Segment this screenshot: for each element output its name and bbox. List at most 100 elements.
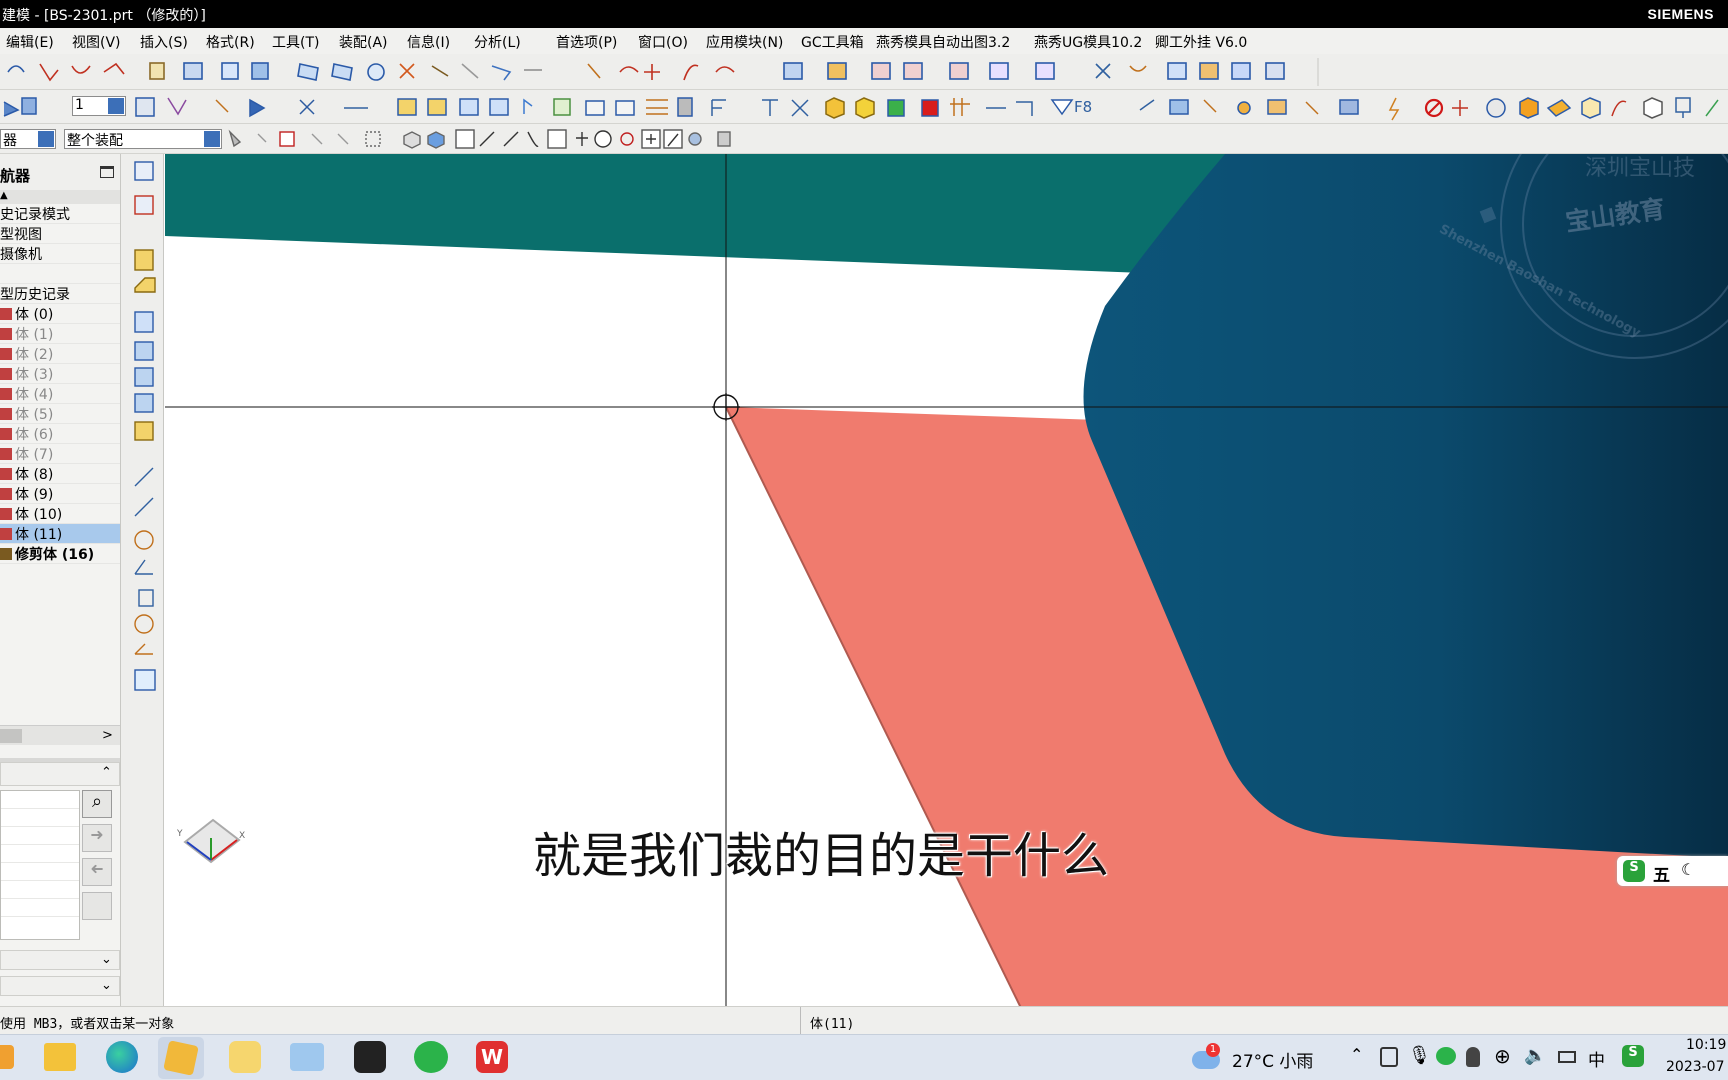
video-subtitle: 就是我们裁的目的是干什么 <box>533 828 1110 884</box>
battery-icon[interactable] <box>1558 1051 1576 1063</box>
status-prompt: 使用 MB3，或者双击某一对象 <box>0 1017 175 1032</box>
menu-application[interactable]: 应用模块(N) <box>706 32 783 52</box>
navigator-item-label: 史记录模式 <box>0 207 70 223</box>
navigator-item-label: 体 (2) <box>15 347 54 363</box>
navigator-tree-item[interactable]: 摄像机 <box>0 244 120 264</box>
qq-tray-icon[interactable] <box>1466 1047 1480 1067</box>
navigator-tree-item[interactable]: 体 (5) <box>0 404 120 424</box>
navigator-tree-item[interactable]: 体 (3) <box>0 364 120 384</box>
clock-time[interactable]: 10:19 <box>1686 1037 1726 1053</box>
maximize-icon[interactable] <box>100 166 114 178</box>
notes-app-icon[interactable] <box>229 1041 261 1073</box>
forward-arrow-icon[interactable]: ➜ <box>82 824 112 852</box>
chevron-up-icon[interactable]: ⌃ <box>1350 1045 1363 1064</box>
navigator-tree-item[interactable]: 体 (4) <box>0 384 120 404</box>
sogou-tray-icon[interactable]: S <box>1622 1045 1644 1067</box>
selection-toolbar-icons[interactable] <box>0 124 1728 154</box>
navigator-tree-item[interactable]: 修剪体 (16) <box>0 544 120 564</box>
navigator-item-label: 体 (10) <box>15 507 63 523</box>
file-explorer-icon[interactable] <box>44 1043 76 1071</box>
svg-text:Y: Y <box>176 829 183 839</box>
toolbar-row-1 <box>0 54 1728 137</box>
clock-date[interactable]: 2023-07 <box>1666 1059 1725 1075</box>
nx-taskbar-button[interactable] <box>158 1037 204 1079</box>
navigator-tree-item[interactable]: 体 (7) <box>0 444 120 464</box>
navigator-item-label: 体 (7) <box>15 447 54 463</box>
speaker-icon[interactable]: 🔈 <box>1524 1045 1546 1066</box>
title-bar: 建模 - [BS-2301.prt （修改的）] SIEMENS <box>0 0 1728 28</box>
navigator-tree-item[interactable]: 体 (6) <box>0 424 120 444</box>
screen-capture-icon[interactable] <box>290 1043 324 1071</box>
moon-icon: ☾ <box>1681 860 1696 879</box>
navigator-tree-item[interactable]: 体 (2) <box>0 344 120 364</box>
navigator-tree-item[interactable]: 体 (9) <box>0 484 120 504</box>
toolbar-row-2: 1 F8 <box>0 90 1728 124</box>
navigator-tree-item[interactable]: 型历史记录 <box>0 284 120 304</box>
wps-office-icon[interactable]: W <box>476 1041 508 1073</box>
menu-yanxiu-drawing[interactable]: 燕秀模具自动出图3.2 <box>876 32 1010 52</box>
menu-yanxiu-mold[interactable]: 燕秀UG模具10.2 <box>1034 32 1142 52</box>
details-header: ⌃ <box>0 762 120 786</box>
wechat-icon[interactable] <box>414 1041 448 1073</box>
menu-preferences[interactable]: 首选项(P) <box>556 32 617 52</box>
navigator-column-header[interactable]: ▲ <box>0 190 120 204</box>
tray-app-icon[interactable] <box>1380 1047 1398 1067</box>
navigator-tree-item[interactable]: 体 (0) <box>0 304 120 324</box>
navigator-tree-item[interactable]: 型视图 <box>0 224 120 244</box>
sketch-curve-icon <box>7 65 25 73</box>
toolbar-row-2-icons[interactable]: F8 <box>0 90 1728 124</box>
menu-qinggong-plugin[interactable]: 卿工外挂 V6.0 <box>1155 32 1247 52</box>
menu-analysis[interactable]: 分析(L) <box>474 32 521 52</box>
video-recorder-icon[interactable] <box>354 1041 386 1073</box>
chevron-right-icon[interactable]: > <box>102 728 113 743</box>
back-arrow-icon[interactable]: ➜ <box>82 858 112 886</box>
toolbar-row-1-icons[interactable] <box>0 54 1728 90</box>
globe-icon[interactable]: ⊕ <box>1494 1044 1511 1068</box>
graphics-window[interactable]: Y X 宝山教育 深圳宝山技 Shenzhen Baoshan Technolo… <box>165 154 1728 1008</box>
navigator-header: 航器 <box>0 154 120 190</box>
menu-window[interactable]: 窗口(O) <box>638 32 688 52</box>
scrollbar-thumb[interactable] <box>0 729 22 743</box>
navigator-hscrollbar[interactable]: > <box>0 725 120 745</box>
curve-icon <box>39 63 59 82</box>
menu-view[interactable]: 视图(V) <box>72 32 121 52</box>
feature-body-icon <box>0 328 12 340</box>
ime-status-bar[interactable]: S 五 ☾ <box>1617 856 1728 886</box>
menu-format[interactable]: 格式(R) <box>206 32 255 52</box>
navigator-tree-item[interactable]: 体 (10) <box>0 504 120 524</box>
menu-gc-toolbox[interactable]: GC工具箱 <box>801 32 864 52</box>
wechat-tray-icon[interactable] <box>1436 1047 1456 1065</box>
input-language[interactable]: 中 <box>1588 1046 1605 1071</box>
navigator-item-label: 体 (9) <box>15 487 54 503</box>
weather-text[interactable]: 27°C 小雨 <box>1232 1047 1313 1072</box>
chevron-down-icon[interactable]: ⌄ <box>101 978 112 993</box>
toolbar-row-3: 器 整个装配 <box>0 124 1728 154</box>
menu-assembly[interactable]: 装配(A) <box>339 32 388 52</box>
navigator-tree-item[interactable]: 史记录模式 <box>0 204 120 224</box>
weather-icon[interactable]: 1 <box>1192 1043 1222 1071</box>
navigator-tree-item[interactable] <box>0 264 120 284</box>
navigator-tree-item[interactable]: 体 (8) <box>0 464 120 484</box>
navigator-item-label: 体 (0) <box>15 307 54 323</box>
app-icon-partial[interactable] <box>0 1045 14 1069</box>
menu-info[interactable]: 信息(I) <box>407 32 450 52</box>
chevron-down-icon[interactable]: ⌄ <box>101 952 112 967</box>
navigator-item-label: 摄像机 <box>0 247 42 263</box>
dependencies-header: ⌄ <box>0 950 120 970</box>
chevron-up-icon[interactable]: ⌃ <box>101 765 112 780</box>
menu-tools[interactable]: 工具(T) <box>272 32 319 52</box>
list-options-icon[interactable] <box>82 892 112 920</box>
navigator-item-label: 体 (11) <box>15 527 63 543</box>
microphone-icon[interactable]: 🎙 <box>1408 1045 1431 1066</box>
resource-bar-icons[interactable] <box>121 154 164 774</box>
menu-bar: 编辑(E) 视图(V) 插入(S) 格式(R) 工具(T) 装配(A) 信息(I… <box>0 28 1728 54</box>
navigator-tree-item[interactable]: 体 (1) <box>0 324 120 344</box>
navigator-item-label: 型视图 <box>0 227 42 243</box>
navigator-tree-item[interactable]: 体 (11) <box>0 524 120 544</box>
ime-mode: 五 <box>1653 866 1670 886</box>
menu-edit[interactable]: 编辑(E) <box>6 32 54 52</box>
edge-browser-icon[interactable] <box>106 1041 138 1073</box>
menu-insert[interactable]: 插入(S) <box>140 32 188 52</box>
search-icon[interactable]: ⌕ <box>82 790 112 818</box>
navigator-item-label: 体 (1) <box>15 327 54 343</box>
